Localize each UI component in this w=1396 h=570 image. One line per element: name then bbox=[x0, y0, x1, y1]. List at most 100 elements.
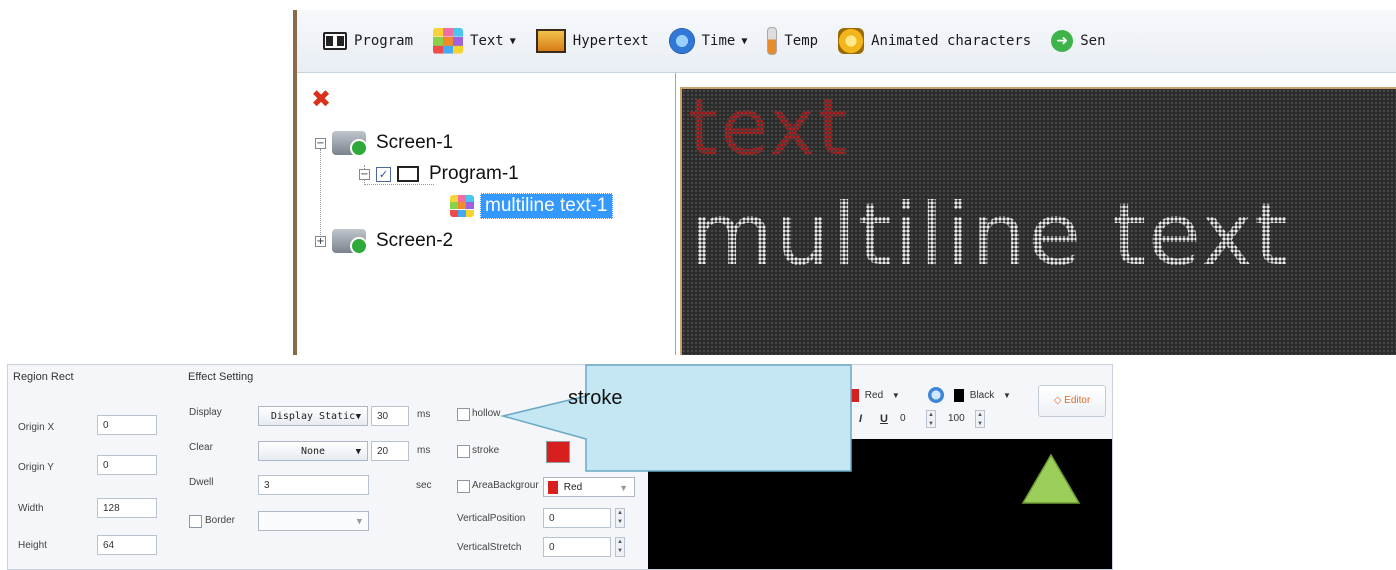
dwell-label: Dwell bbox=[189, 477, 214, 488]
height-label: Height bbox=[18, 540, 47, 551]
tree-item-screen-2[interactable]: + Screen-2 bbox=[315, 229, 453, 255]
border-style-select[interactable]: ▼ bbox=[258, 511, 369, 531]
origin-x-label: Origin X bbox=[18, 422, 55, 433]
border-checkbox[interactable] bbox=[189, 515, 202, 528]
editor-button[interactable]: ◇ Editor bbox=[1038, 385, 1106, 417]
color-swatch bbox=[849, 388, 859, 402]
callout-label: stroke bbox=[568, 387, 623, 409]
text-icon bbox=[450, 195, 474, 217]
screen-icon bbox=[332, 229, 368, 255]
tree-item-multiline-text-1[interactable]: multiline text-1 bbox=[450, 193, 613, 219]
chevron-down-icon: ▼ bbox=[356, 517, 362, 527]
color-picker-icon[interactable] bbox=[928, 387, 944, 403]
tree-item-label: multiline text-1 bbox=[480, 193, 613, 219]
time-button[interactable]: Time ▼ bbox=[668, 21, 748, 61]
animated-characters-button-label: Animated characters bbox=[871, 33, 1032, 49]
tree-item-program-1[interactable]: − ✓ Program-1 bbox=[359, 163, 519, 185]
chevron-down-icon: ▼ bbox=[891, 391, 900, 400]
program-tree: ✖ − Screen-1 − ✓ Program-1 multiline tex… bbox=[297, 73, 676, 355]
led-text-line-1: text bbox=[688, 87, 850, 173]
temp-button[interactable]: Temp bbox=[767, 21, 818, 61]
vertical-stretch-input[interactable]: 0 bbox=[543, 537, 611, 557]
clear-time-input[interactable]: 20 bbox=[371, 441, 409, 461]
area-background-color-select[interactable]: Red ▼ bbox=[543, 477, 635, 497]
stroke-color-swatch[interactable] bbox=[546, 441, 570, 463]
background-color-name: Black bbox=[969, 390, 995, 401]
tree-item-label: Screen-1 bbox=[376, 132, 454, 153]
properties-panel: Region Rect Origin X 0 Origin Y 0 Width … bbox=[7, 364, 1113, 570]
preview-text: multiline text bbox=[656, 445, 734, 461]
height-input[interactable]: 64 bbox=[97, 535, 157, 555]
area-background-checkbox[interactable] bbox=[457, 480, 470, 493]
origin-y-input[interactable]: 0 bbox=[97, 455, 157, 475]
background-color-select[interactable]: Black ▼ bbox=[954, 387, 1011, 405]
collapse-icon[interactable]: − bbox=[359, 168, 370, 180]
chevron-down-icon: ▼ bbox=[509, 35, 516, 47]
text-button[interactable]: Text ▼ bbox=[433, 21, 516, 61]
close-icon[interactable]: ✖ bbox=[311, 85, 331, 113]
led-text-line-2: multiline text bbox=[690, 185, 1291, 285]
vertical-position-input[interactable]: 0 bbox=[543, 508, 611, 528]
clear-effect-value: None bbox=[300, 446, 326, 457]
effect-setting-title: Effect Setting bbox=[188, 371, 254, 383]
led-screen-preview: text multiline text bbox=[680, 87, 1396, 355]
border-label: Border bbox=[205, 515, 236, 526]
stroke-label: stroke bbox=[472, 445, 500, 456]
toolbar: Program Text ▼ Hypertext Time ▼ Temp Ani… bbox=[297, 10, 1396, 73]
time-button-label: Time bbox=[701, 33, 736, 49]
display-time-input[interactable]: 30 bbox=[371, 406, 409, 426]
vertical-stretch-label: VerticalStretch bbox=[457, 542, 522, 553]
hollow-checkbox[interactable] bbox=[457, 408, 470, 421]
letter-spacing-spinner[interactable]: ▲ ▼ bbox=[926, 410, 936, 428]
origin-y-label: Origin Y bbox=[18, 462, 54, 473]
display-effect-select[interactable]: Display Static ▼ bbox=[258, 406, 368, 426]
area-background-label: AreaBackgrour bbox=[472, 480, 539, 491]
display-effect-value: Display Static bbox=[270, 411, 356, 422]
screen-icon bbox=[332, 131, 368, 157]
collapse-icon[interactable]: − bbox=[315, 137, 326, 149]
send-button[interactable]: ➜ Sen bbox=[1051, 21, 1106, 61]
tree-item-screen-1[interactable]: − Screen-1 bbox=[315, 131, 454, 157]
temp-button-label: Temp bbox=[784, 33, 819, 49]
tree-item-label: Program-1 bbox=[429, 163, 519, 184]
region-rect-title: Region Rect bbox=[13, 371, 74, 383]
scale-input[interactable]: 100 bbox=[948, 413, 965, 424]
clear-effect-select[interactable]: None ▼ bbox=[258, 441, 368, 461]
letter-spacing-input[interactable]: 0 bbox=[900, 413, 906, 424]
program-checkbox[interactable]: ✓ bbox=[376, 166, 391, 182]
program-icon bbox=[323, 32, 347, 50]
scale-spinner[interactable]: ▲ ▼ bbox=[975, 410, 985, 428]
chevron-down-icon: ▼ bbox=[355, 412, 361, 422]
chevron-down-icon: ▼ bbox=[741, 35, 748, 47]
stroke-checkbox[interactable] bbox=[457, 445, 470, 458]
animated-characters-icon bbox=[838, 28, 865, 54]
dwell-unit-label: sec bbox=[416, 480, 432, 491]
text-button-label: Text bbox=[470, 33, 504, 49]
program-button-label: Program bbox=[354, 33, 414, 49]
foreground-color-select[interactable]: Red ▼ bbox=[849, 387, 900, 405]
text-preview-area: multiline text bbox=[648, 439, 1112, 569]
hypertext-button[interactable]: Hypertext bbox=[535, 21, 649, 61]
vertical-position-spinner[interactable]: ▲ ▼ bbox=[615, 508, 625, 528]
program-button[interactable]: Program bbox=[323, 21, 413, 61]
chevron-down-icon: ▼ bbox=[619, 483, 628, 493]
vertical-stretch-spinner[interactable]: ▲ ▼ bbox=[615, 537, 625, 557]
origin-x-input[interactable]: 0 bbox=[97, 415, 157, 435]
area-background-color-name: Red bbox=[563, 482, 583, 493]
italic-button[interactable]: I bbox=[859, 413, 862, 425]
expand-icon[interactable]: + bbox=[315, 235, 326, 247]
width-input[interactable]: 128 bbox=[97, 498, 157, 518]
clear-unit-label: ms bbox=[417, 445, 431, 456]
chevron-down-icon: ▼ bbox=[355, 447, 361, 457]
send-button-label: Sen bbox=[1080, 33, 1106, 49]
thermometer-icon bbox=[767, 27, 778, 55]
program-icon bbox=[397, 166, 419, 182]
display-unit-label: ms bbox=[417, 409, 431, 420]
foreground-color-name: Red bbox=[864, 390, 884, 401]
dwell-input[interactable]: 3 bbox=[258, 475, 369, 495]
underline-button[interactable]: U bbox=[880, 413, 888, 425]
animated-characters-button[interactable]: Animated characters bbox=[838, 21, 1031, 61]
clear-label: Clear bbox=[189, 442, 213, 453]
hollow-label: hollow bbox=[472, 408, 501, 419]
clock-icon bbox=[668, 28, 695, 54]
